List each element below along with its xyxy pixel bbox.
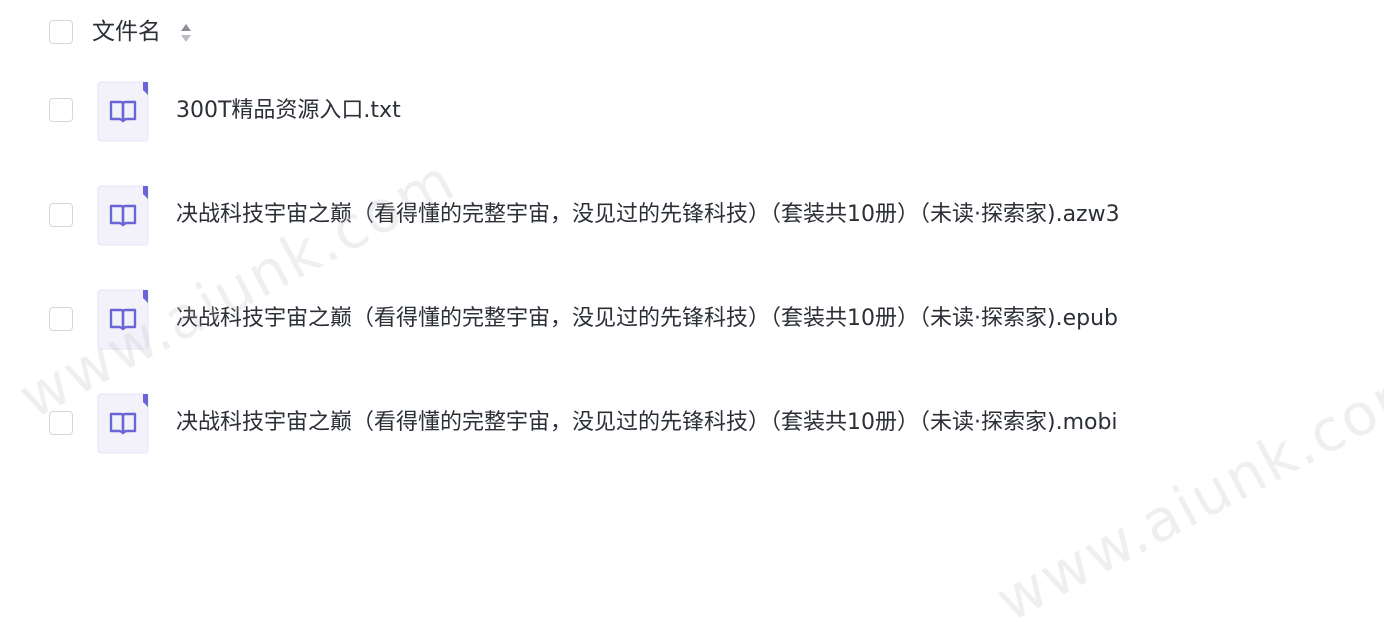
file-row-checkbox[interactable] xyxy=(49,98,73,122)
file-name[interactable]: 决战科技宇宙之巅（看得懂的完整宇宙，没见过的先锋科技）（套装共10册）（未读·探… xyxy=(176,200,1120,230)
file-row-checkbox[interactable] xyxy=(49,203,73,227)
file-row-checkbox[interactable] xyxy=(49,307,73,331)
book-icon xyxy=(97,185,149,246)
file-name[interactable]: 决战科技宇宙之巅（看得懂的完整宇宙，没见过的先锋科技）（套装共10册）（未读·探… xyxy=(176,408,1118,438)
column-header-filename[interactable]: 文件名 xyxy=(92,16,161,48)
sort-icon[interactable] xyxy=(179,21,193,45)
select-all-checkbox[interactable] xyxy=(49,20,73,44)
book-icon xyxy=(97,289,149,350)
file-name[interactable]: 决战科技宇宙之巅（看得懂的完整宇宙，没见过的先锋科技）（套装共10册）（未读·探… xyxy=(176,304,1118,334)
file-list-header: 文件名 xyxy=(0,0,1384,64)
file-row-checkbox[interactable] xyxy=(49,411,73,435)
book-icon xyxy=(97,393,149,454)
book-icon xyxy=(97,81,149,142)
file-name[interactable]: 300T精品资源入口.txt xyxy=(176,96,401,126)
file-list: 文件名 300T精品资源入口.txt 决战科技宇宙之巅（看得懂的完整宇宙，没见过… xyxy=(0,0,1384,588)
